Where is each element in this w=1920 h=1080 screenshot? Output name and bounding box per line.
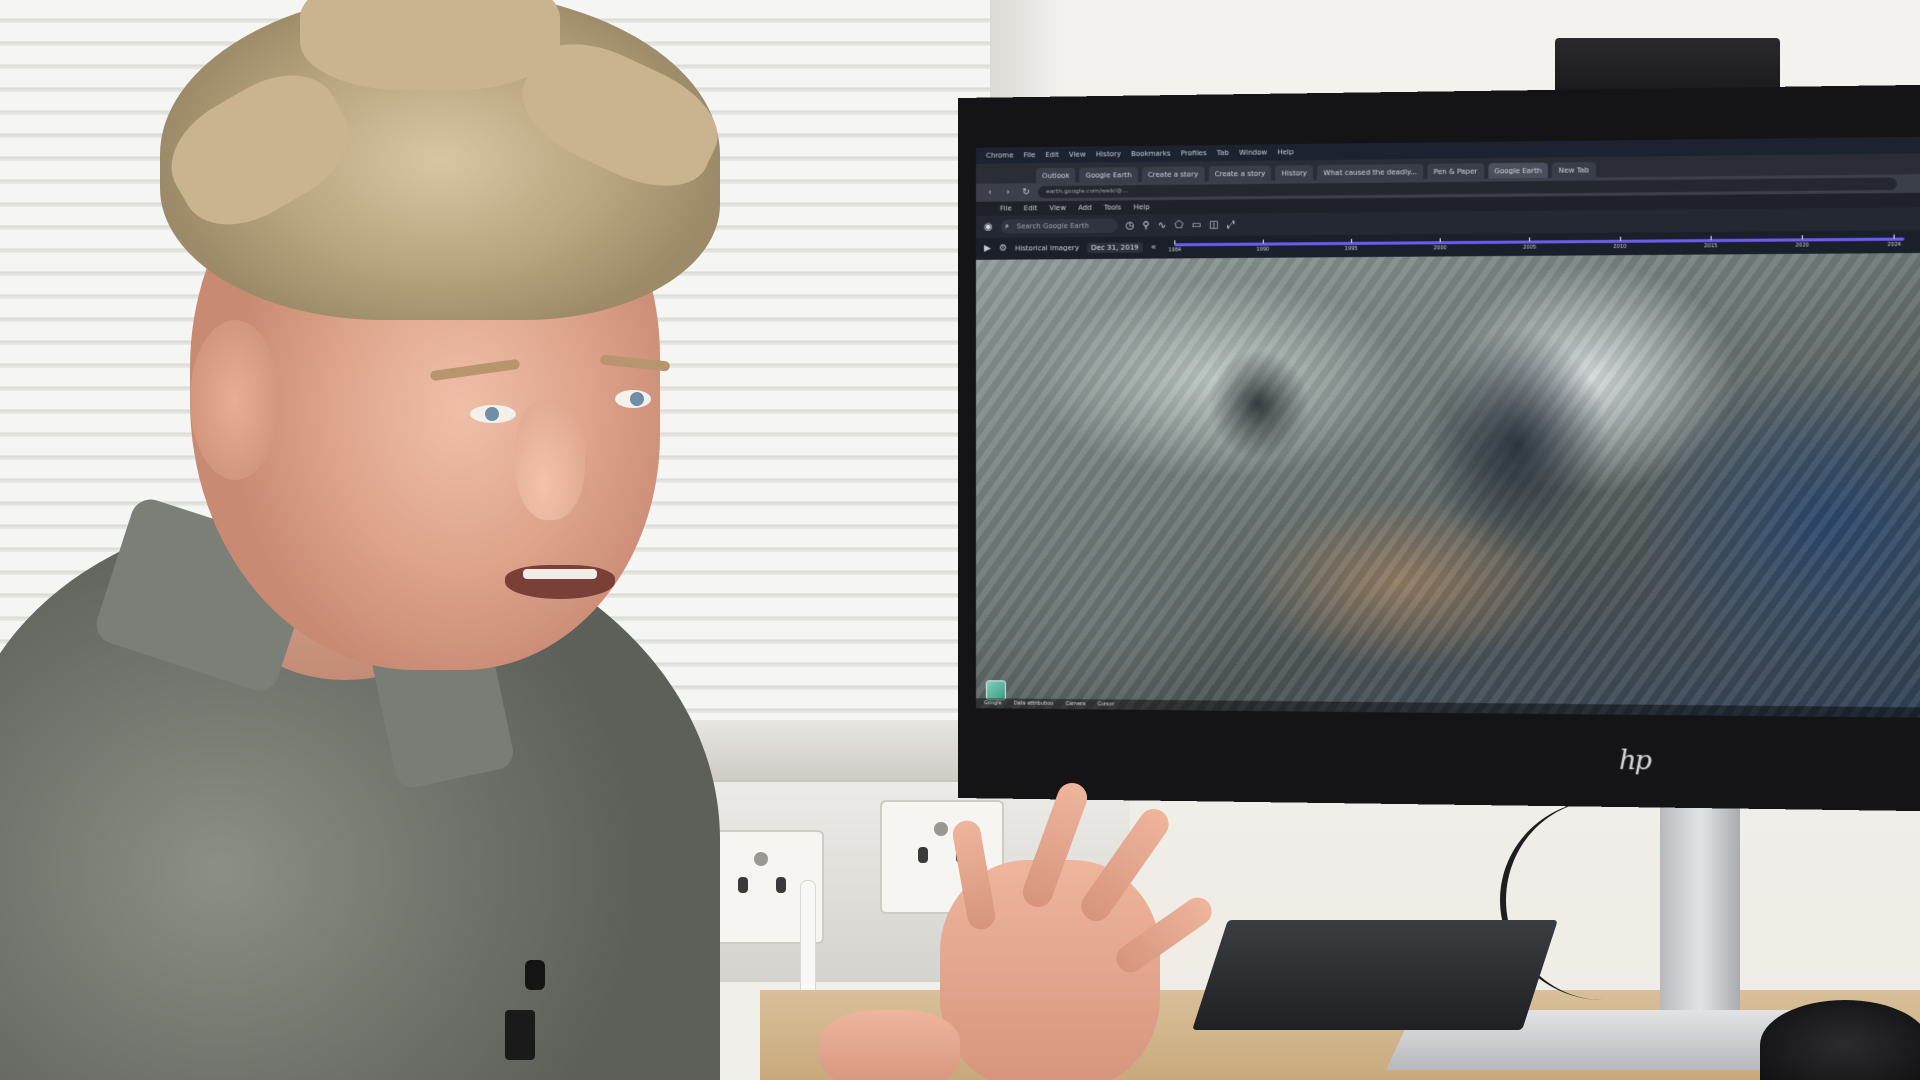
brand-logo: hp bbox=[1618, 745, 1650, 777]
earth-icon[interactable]: ◉ bbox=[984, 221, 993, 232]
timeline-year-label: 2010 bbox=[1613, 243, 1627, 251]
path-icon[interactable]: ∿ bbox=[1158, 220, 1167, 231]
os-menu-item[interactable]: Chrome bbox=[986, 151, 1013, 159]
timeline-year-label: 2020 bbox=[1795, 242, 1810, 249]
imagery-date[interactable]: Dec 31, 2019 bbox=[1087, 242, 1143, 254]
os-menu-item[interactable]: Tab bbox=[1217, 149, 1229, 157]
hand bbox=[820, 1010, 960, 1080]
status-item: Camera bbox=[1065, 701, 1086, 708]
app-menu-item[interactable]: Add bbox=[1078, 204, 1092, 212]
prev-icon[interactable]: « bbox=[1151, 242, 1157, 252]
settings-icon[interactable]: ⚙ bbox=[999, 244, 1007, 254]
os-menu-item[interactable]: Profiles bbox=[1181, 149, 1207, 157]
overlay-icon[interactable]: ▭ bbox=[1191, 219, 1201, 230]
timeline-year-label: 1995 bbox=[1344, 245, 1358, 253]
timeline-year-label: 2015 bbox=[1704, 243, 1718, 250]
timeline-tick bbox=[1529, 237, 1531, 242]
os-menu-item[interactable]: Window bbox=[1239, 148, 1267, 156]
polygon-icon[interactable]: ⬠ bbox=[1174, 220, 1183, 231]
browser-tab[interactable]: Google Earth bbox=[1487, 162, 1548, 179]
lapel-microphone bbox=[525, 960, 545, 990]
eye bbox=[615, 390, 651, 408]
measure-icon[interactable]: ⤢ bbox=[1227, 219, 1235, 230]
timeline-tick bbox=[1893, 234, 1896, 239]
camera-icon[interactable]: ◫ bbox=[1209, 219, 1219, 230]
os-menu-item[interactable]: History bbox=[1096, 150, 1121, 158]
app-menu-item[interactable]: View bbox=[1049, 204, 1066, 212]
os-menu-item[interactable]: Edit bbox=[1045, 151, 1059, 159]
browser-tab[interactable]: Create a story bbox=[1141, 166, 1205, 183]
laptop bbox=[1192, 920, 1558, 1030]
timeline-tick bbox=[1801, 235, 1803, 240]
search-input[interactable]: ⌕ Search Google Earth bbox=[1000, 218, 1118, 234]
os-menu-item[interactable]: Bookmarks bbox=[1131, 150, 1171, 159]
os-menu-item[interactable]: File bbox=[1023, 151, 1035, 159]
browser-tab[interactable]: Create a story bbox=[1208, 165, 1272, 182]
timeline-tick bbox=[1350, 238, 1352, 243]
satellite-terrain[interactable]: Google Data attribution Camera Cursor bbox=[975, 252, 1920, 719]
app-menu-item[interactable]: Edit bbox=[1024, 204, 1038, 212]
browser-tab[interactable]: History bbox=[1275, 165, 1314, 181]
search-placeholder: Search Google Earth bbox=[1016, 221, 1090, 231]
eye bbox=[470, 405, 516, 423]
timeline-tick bbox=[1619, 236, 1621, 241]
search-icon: ⌕ bbox=[1004, 221, 1010, 231]
historical-imagery-icon[interactable]: ◷ bbox=[1125, 220, 1134, 231]
imagery-label: Historical imagery bbox=[1014, 244, 1080, 253]
back-icon[interactable]: ‹ bbox=[984, 188, 996, 198]
monitor-stand bbox=[1660, 800, 1740, 1030]
timeline-year-label: 2000 bbox=[1433, 245, 1447, 252]
timeline-year-label: 2024 bbox=[1887, 241, 1902, 249]
imagery-timeline[interactable]: 1984 1990 1995 2000 2005 2010 2015 2020 2024 bbox=[1169, 234, 1905, 254]
browser-tab[interactable]: Google Earth bbox=[1079, 167, 1138, 183]
browser-tab[interactable]: Outlook bbox=[1036, 167, 1076, 184]
status-item: Google bbox=[983, 700, 1002, 707]
play-icon[interactable]: ▶ bbox=[984, 244, 991, 254]
app-menu-item[interactable]: Tools bbox=[1104, 203, 1121, 211]
monitor-screen: Chrome File Edit View History Bookmarks Profil… bbox=[975, 136, 1920, 719]
monitor: Chrome File Edit View History Bookmarks Profil… bbox=[958, 84, 1920, 812]
timeline-year-label: 2005 bbox=[1523, 244, 1537, 251]
timeline-tick bbox=[1439, 238, 1441, 243]
app-menu-item[interactable]: File bbox=[1000, 204, 1012, 212]
status-item: Cursor bbox=[1097, 701, 1115, 708]
app-menu-item[interactable]: Help bbox=[1133, 203, 1149, 211]
browser-tab[interactable]: New Tab bbox=[1552, 162, 1596, 178]
placemark-icon[interactable]: ⚲ bbox=[1142, 220, 1149, 231]
reload-icon[interactable]: ↻ bbox=[1020, 187, 1032, 197]
os-menu-item[interactable]: Help bbox=[1277, 148, 1293, 156]
ear bbox=[190, 320, 280, 480]
timeline-tick bbox=[1262, 239, 1264, 244]
microphone-clip bbox=[505, 1010, 535, 1060]
timeline-year-label: 1990 bbox=[1256, 246, 1270, 253]
photo-scene: Chrome File Edit View History Bookmarks Profil… bbox=[0, 0, 1920, 1080]
timeline-tick bbox=[1174, 240, 1176, 245]
timeline-year-label: 1984 bbox=[1168, 247, 1182, 254]
browser-tab[interactable]: Pen & Paper bbox=[1427, 163, 1484, 180]
nose bbox=[515, 400, 585, 520]
timeline-tick bbox=[1710, 235, 1712, 241]
mouth bbox=[505, 565, 615, 599]
browser-tab[interactable]: What caused the deadly... bbox=[1317, 163, 1424, 181]
forward-icon[interactable]: › bbox=[1002, 187, 1014, 197]
os-menu-item[interactable]: View bbox=[1069, 151, 1086, 159]
status-item: Data attribution bbox=[1013, 700, 1054, 707]
